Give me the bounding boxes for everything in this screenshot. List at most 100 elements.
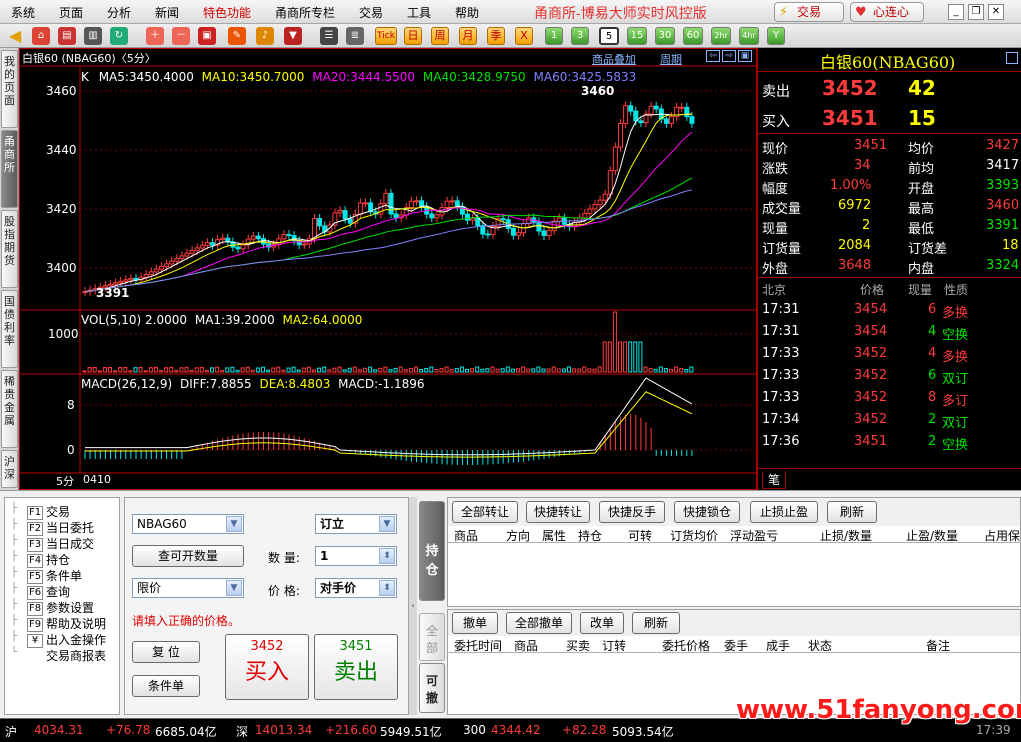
function-item[interactable]: ├ F8 参数设置: [11, 599, 94, 616]
report-icon[interactable]: ▥: [84, 27, 102, 45]
buy-button[interactable]: 3452 买入: [225, 634, 309, 700]
positions-column-header[interactable]: 止盈/数量: [906, 527, 958, 544]
menu-news[interactable]: 新闻: [155, 4, 179, 21]
pen-icon[interactable]: ✎: [228, 27, 246, 45]
chart-area[interactable]: 白银60 (NBAG60)〈5分〉 商品叠加 周期 ⇦ ⇨ ▣ K MA5:34…: [19, 48, 757, 490]
orders-column-header[interactable]: 买卖: [566, 637, 590, 654]
min-3-button[interactable]: 3: [571, 27, 589, 45]
positions-column-header[interactable]: 止损/数量: [820, 527, 872, 544]
home-icon[interactable]: ⌂: [32, 27, 50, 45]
refresh-icon[interactable]: ↻: [110, 27, 128, 45]
tab-cancelable[interactable]: 可撤: [419, 663, 445, 713]
back-arrow-icon[interactable]: ◀: [6, 27, 24, 45]
spinner-icon[interactable]: ⬍: [379, 580, 395, 596]
refresh-positions-button[interactable]: 刷新: [827, 501, 877, 523]
product-select[interactable]: NBAG60 ▼: [132, 514, 244, 534]
quantity-stepper[interactable]: 1 ⬍: [315, 546, 397, 566]
bell-icon[interactable]: ♪: [256, 27, 274, 45]
orders-column-header[interactable]: 委托时间: [454, 637, 502, 654]
period-x-button[interactable]: X: [515, 27, 533, 45]
period-day-button[interactable]: 日: [404, 27, 422, 45]
positions-column-header[interactable]: 商品: [454, 527, 478, 544]
table-icon[interactable]: ☰: [320, 27, 338, 45]
sell-button[interactable]: 3451 卖出: [314, 634, 398, 700]
tab-precious-metals[interactable]: 稀贵金属: [1, 370, 18, 448]
collapse-splitter[interactable]: ‹: [409, 497, 417, 715]
min-5-button[interactable]: 5: [599, 27, 619, 45]
tab-index-futures[interactable]: 股指期货: [1, 210, 18, 288]
min-60-button[interactable]: 60: [683, 27, 703, 45]
quick-transfer-button[interactable]: 快捷转让: [526, 501, 590, 523]
price-type-select[interactable]: 限价 ▼: [132, 578, 244, 598]
close-button[interactable]: ✕: [988, 4, 1004, 20]
next-arrow-icon[interactable]: ⇨: [722, 50, 736, 62]
minimize-button[interactable]: _: [948, 4, 964, 20]
period-week-button[interactable]: 周: [431, 27, 449, 45]
tab-my-pages[interactable]: 我的页面: [1, 50, 18, 128]
tab-all[interactable]: 全部: [419, 613, 445, 661]
function-item[interactable]: ├ F2 当日委托: [11, 519, 94, 536]
orders-column-header[interactable]: 备注: [926, 637, 950, 654]
tab-ticks[interactable]: 笔: [762, 471, 786, 489]
function-item[interactable]: ├ F6 查询: [11, 583, 70, 600]
hour-2-button[interactable]: 2hr: [711, 27, 731, 45]
orders-column-header[interactable]: 成手: [766, 637, 790, 654]
refresh-orders-button[interactable]: 刷新: [632, 612, 680, 634]
positions-column-header[interactable]: 方向: [506, 527, 530, 544]
function-item[interactable]: ├ F5 条件单: [11, 567, 82, 584]
function-item[interactable]: ├ F1 交易: [11, 503, 70, 520]
tab-shanghai-shenzhen[interactable]: 沪深: [1, 450, 18, 488]
menu-page[interactable]: 页面: [59, 4, 83, 21]
window-icon[interactable]: ▣: [198, 27, 216, 45]
indicator-icon[interactable]: ≣: [346, 27, 364, 45]
price-board-icon[interactable]: ▤: [58, 27, 76, 45]
conditional-order-button[interactable]: 条件单: [132, 675, 200, 697]
zoom-out-icon[interactable]: －: [172, 27, 190, 45]
hour-4-button[interactable]: 4hr: [739, 27, 759, 45]
query-quantity-button[interactable]: 查可开数量: [132, 545, 244, 567]
orders-column-header[interactable]: 委手: [724, 637, 748, 654]
positions-column-header[interactable]: 订货均价: [670, 527, 718, 544]
positions-column-header[interactable]: 持仓: [578, 527, 602, 544]
quote-maximize-icon[interactable]: [1006, 52, 1018, 64]
menu-trade[interactable]: 交易: [359, 4, 383, 21]
cancel-all-button[interactable]: 全部撤单: [506, 612, 572, 634]
function-item[interactable]: ├ ¥ 出入金操作: [11, 631, 106, 648]
orders-column-header[interactable]: 委托价格: [662, 637, 710, 654]
tick-button[interactable]: Tick: [375, 27, 397, 45]
menu-tools[interactable]: 工具: [407, 4, 431, 21]
menu-help[interactable]: 帮助: [455, 4, 479, 21]
price-input[interactable]: 对手价 ⬍: [315, 578, 397, 598]
stop-loss-profit-button[interactable]: 止损止盈: [750, 501, 818, 523]
tab-bond-rate[interactable]: 国债利率: [1, 290, 18, 368]
function-item[interactable]: ├ F9 帮助及说明: [11, 615, 106, 632]
quick-lock-button[interactable]: 快捷锁仓: [674, 501, 740, 523]
period-link[interactable]: 周期: [660, 51, 682, 67]
year-button[interactable]: Y: [767, 27, 785, 45]
menu-system[interactable]: 系统: [11, 4, 35, 21]
function-item[interactable]: └ 交易商报表: [11, 647, 106, 663]
min-15-button[interactable]: 15: [627, 27, 647, 45]
zoom-in-icon[interactable]: ＋: [146, 27, 164, 45]
positions-column-header[interactable]: 浮动盈亏: [730, 527, 778, 544]
tab-position[interactable]: 持仓: [419, 501, 445, 601]
cancel-order-button[interactable]: 撤单: [452, 612, 498, 634]
maximize-icon[interactable]: ▣: [738, 50, 752, 62]
min-30-button[interactable]: 30: [655, 27, 675, 45]
tab-ningbo[interactable]: 甬商所: [1, 130, 18, 208]
orders-column-header[interactable]: 商品: [514, 637, 538, 654]
quick-reverse-button[interactable]: 快捷反手: [599, 501, 665, 523]
min-1-button[interactable]: 1: [545, 27, 563, 45]
menu-analysis[interactable]: 分析: [107, 4, 131, 21]
period-season-button[interactable]: 季: [487, 27, 505, 45]
orders-column-header[interactable]: 订转: [602, 637, 626, 654]
menu-features[interactable]: 特色功能: [203, 4, 251, 21]
filter-icon[interactable]: ▼: [284, 27, 302, 45]
function-item[interactable]: ├ F3 当日成交: [11, 535, 94, 552]
contact-button[interactable]: ♥ 心连心: [850, 2, 924, 22]
positions-column-header[interactable]: 占用保: [984, 527, 1020, 544]
reset-button[interactable]: 复 位: [132, 641, 200, 663]
orders-column-header[interactable]: 状态: [808, 637, 832, 654]
prev-arrow-icon[interactable]: ⇦: [706, 50, 720, 62]
restore-button[interactable]: ❐: [968, 4, 984, 20]
